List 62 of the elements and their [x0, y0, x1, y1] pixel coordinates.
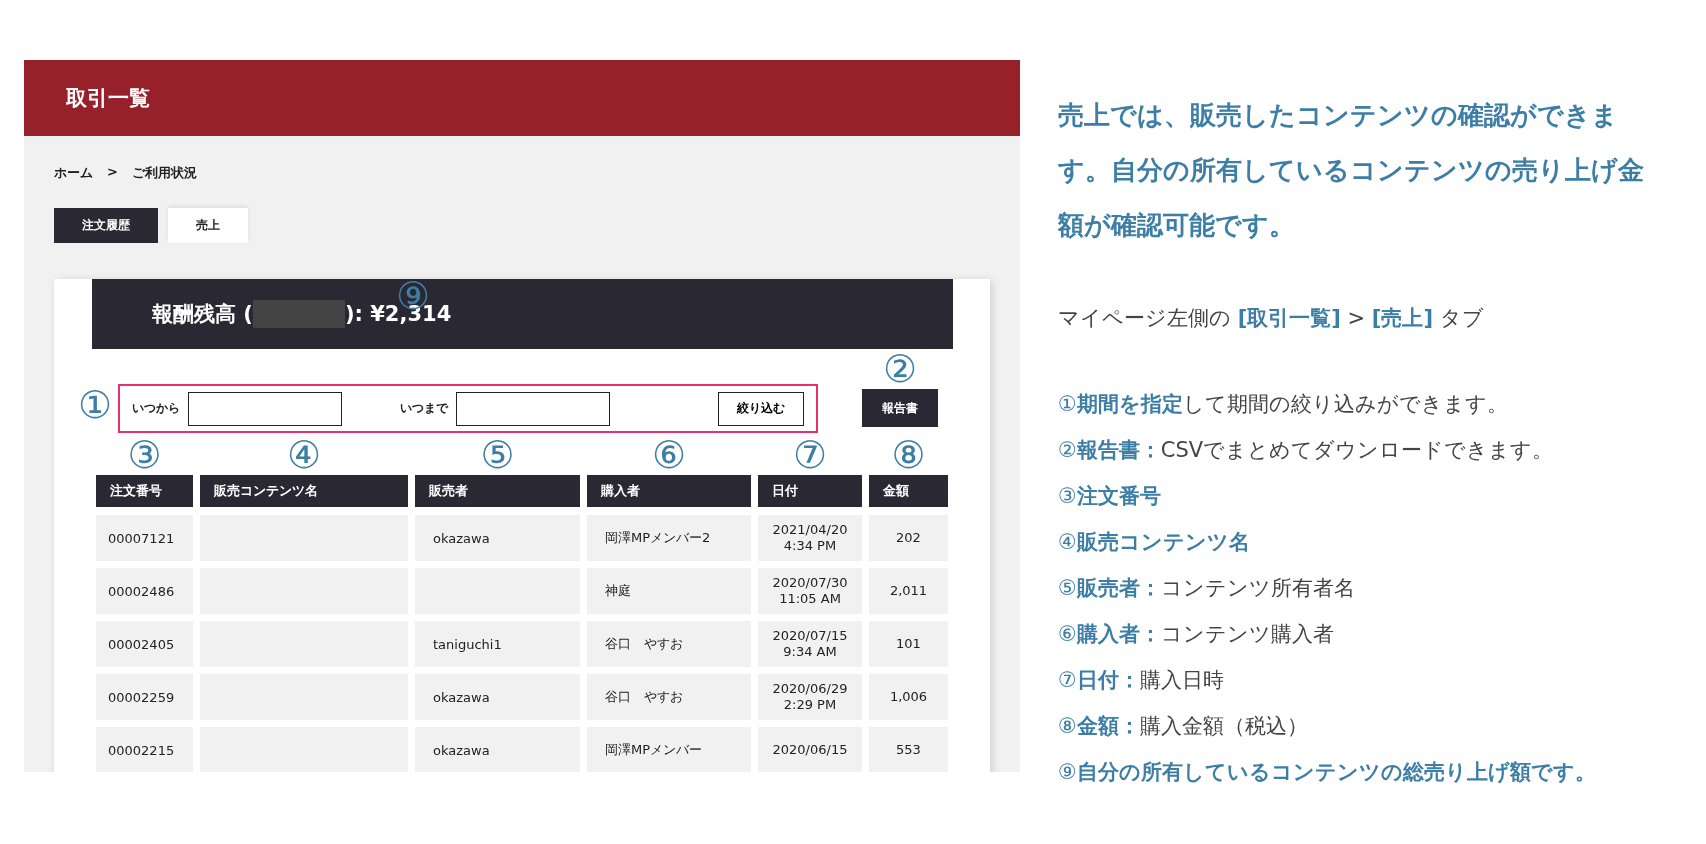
table-cell: 101	[869, 621, 948, 667]
date-input-field[interactable]	[188, 391, 343, 426]
table-cell: 谷口 やすお	[587, 674, 751, 720]
legend-item: ⑦日付：購入日時	[1058, 667, 1225, 694]
annotation-number: ④	[286, 435, 322, 475]
table-cell: 2020/07/30 11:05 AM	[758, 568, 862, 614]
annotation-number: ⑥	[651, 435, 687, 475]
column-header: 販売コンテンツ名	[200, 475, 408, 507]
annotation-number: ⑤	[480, 435, 515, 475]
date-input-field[interactable]	[456, 391, 611, 426]
legend-item: ①期間を指定 して期間の絞り込みができます。	[1058, 391, 1509, 418]
table-cell: 00002405	[96, 621, 193, 667]
table-cell: 2020/07/15 9:34 AM	[758, 621, 862, 667]
table-cell: okazawa	[415, 674, 580, 720]
table-cell: okazawa	[415, 515, 580, 561]
table-cell: 00007121	[96, 515, 193, 561]
table-cell: 553	[869, 727, 948, 772]
annotation-number: ③	[127, 435, 162, 475]
filter-button[interactable]: 絞り込む	[718, 391, 805, 426]
legend-item: ⑧金額：購入金額（税込）	[1058, 713, 1309, 740]
balance-label: 報酬残高 (	[152, 301, 253, 328]
navigation-path: マイページ左側の [取引一覧] > [売上] タブ	[1058, 305, 1485, 332]
table-cell: okazawa	[415, 727, 580, 772]
tab[interactable]: 売上	[168, 208, 248, 243]
breadcrumb-item[interactable]: ホーム	[54, 164, 93, 182]
field-label: いつから	[132, 400, 181, 417]
column-header: 購入者	[587, 475, 751, 507]
annotation-number: ⑧	[891, 435, 926, 475]
page-title: 取引一覧	[66, 85, 150, 112]
section-heading: 売上では、販売したコンテンツの確認ができます。自分の所有しているコンテンツの売り上げ金額が確認可能です。	[1058, 99, 1645, 242]
tab[interactable]: 注文履歴	[54, 208, 158, 243]
column-header: 日付	[758, 475, 862, 507]
table-cell: 00002215	[96, 727, 193, 772]
table-cell: 谷口 やすお	[587, 621, 751, 667]
column-header: 注文番号	[96, 475, 193, 507]
table-cell: taniguchi1	[415, 621, 580, 667]
table-cell: 岡澤MPメンバー2	[587, 515, 751, 561]
table-cell: 神庭	[587, 568, 751, 614]
table-cell: 00002259	[96, 674, 193, 720]
table-cell: 00002486	[96, 568, 193, 614]
legend-item: ②報告書：CSVでまとめてダウンロードできます。	[1058, 437, 1555, 464]
breadcrumb-separator: >	[107, 164, 118, 181]
annotation-number: ①	[78, 385, 113, 425]
table-cell: 2020/06/15	[758, 727, 862, 772]
legend-item: ⑤販売者：コンテンツ所有者名	[1058, 575, 1356, 602]
table-cell: 2021/04/20 4:34 PM	[758, 515, 862, 561]
annotation-number: ②	[883, 349, 918, 389]
legend-item: ④販売コンテンツ名	[1058, 529, 1251, 556]
legend-item: ③注文番号	[1058, 483, 1162, 510]
column-header: 販売者	[415, 475, 580, 507]
legend-item: ⑥購入者：コンテンツ購入者	[1058, 621, 1335, 648]
breadcrumb-item[interactable]: ご利用状況	[131, 164, 197, 182]
table-cell: 1,006	[869, 674, 948, 720]
table-cell: 岡澤MPメンバー	[587, 727, 751, 772]
field-label: いつまで	[400, 400, 449, 417]
table-cell: 202	[869, 515, 948, 561]
legend-item: ⑨自分の所有しているコンテンツの総売り上げ額です。	[1058, 759, 1597, 786]
report-button[interactable]: 報告書	[862, 389, 939, 427]
table-cell: 2,011	[869, 568, 948, 614]
column-header: 金額	[869, 475, 948, 507]
table-cell: 2020/06/29 2:29 PM	[758, 674, 862, 720]
annotation-number: ⑦	[792, 435, 828, 475]
